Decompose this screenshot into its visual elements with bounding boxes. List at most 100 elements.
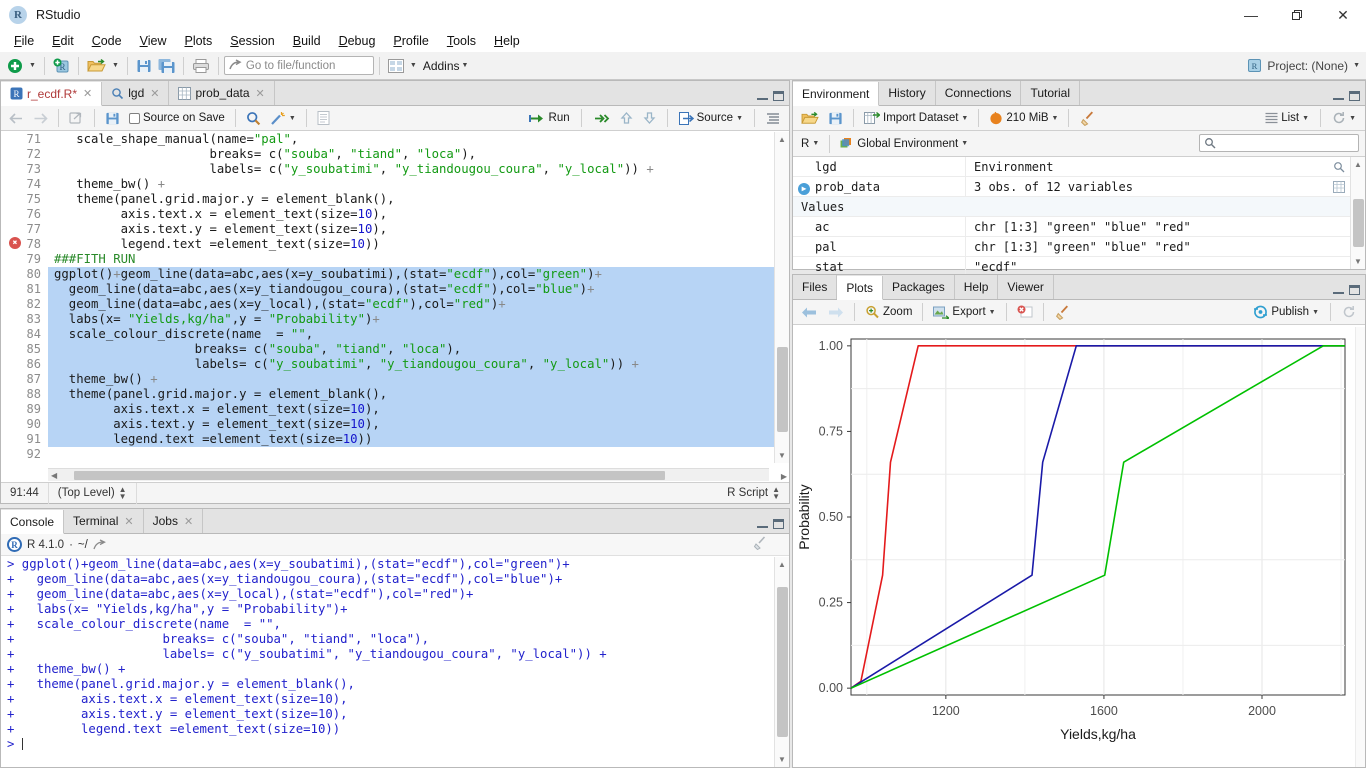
plots-minimize-icon[interactable]: [1333, 286, 1344, 294]
environment-object-list[interactable]: lgd Environment prob_data ▶ 3 obs. of 12 var…: [793, 156, 1350, 277]
environment-vertical-scrollbar[interactable]: ▲ ▼: [1350, 157, 1365, 269]
editor-scroll-right-arrow[interactable]: ▶: [781, 472, 787, 481]
source-minimize-icon[interactable]: [757, 92, 768, 100]
plot-previous-button[interactable]: [797, 305, 822, 320]
code-line-89[interactable]: 89 axis.text.x = element_text(size=10),: [1, 402, 789, 417]
menu-build[interactable]: Build: [284, 32, 330, 50]
save-all-button[interactable]: [155, 54, 178, 78]
code-editor[interactable]: 71 scale_shape_manual(name="pal", 72 brea…: [1, 132, 789, 463]
source-tab-lgd-close[interactable]: ✕: [150, 87, 159, 100]
code-line-93[interactable]: 93: [1, 462, 789, 463]
code-line-80[interactable]: 80 ggplot()+geom_line(data=abc,aes(x=y_so…: [1, 267, 789, 282]
source-back-button[interactable]: [5, 111, 28, 126]
console-vertical-scrollbar[interactable]: ▲ ▼: [774, 557, 789, 767]
console-output[interactable]: > ggplot()+geom_line(data=abc,aes(x=y_so…: [1, 557, 774, 767]
menu-view[interactable]: View: [131, 32, 176, 50]
editor-hscroll-thumb[interactable]: [74, 470, 666, 480]
source-prev-chunk-button[interactable]: [616, 110, 637, 126]
print-button[interactable]: [189, 54, 213, 78]
menu-help[interactable]: Help: [485, 32, 529, 50]
source-button[interactable]: Source ▼: [675, 111, 747, 126]
menu-tools[interactable]: Tools: [438, 32, 485, 50]
panes-dropdown[interactable]: ▼: [407, 54, 420, 78]
source-tab-r_ecdf-close[interactable]: ✕: [83, 87, 92, 100]
maximize-button[interactable]: [1274, 0, 1320, 30]
tab-packages[interactable]: Packages: [883, 275, 955, 299]
tab-tutorial[interactable]: Tutorial: [1021, 81, 1081, 105]
popout-icon[interactable]: [93, 538, 106, 551]
code-line-88[interactable]: 88 theme(panel.grid.major.y = element_bl…: [1, 387, 789, 402]
code-line-83[interactable]: 83 labs(x= "Yields,kg/ha",y = "Probabili…: [1, 312, 789, 327]
code-line-90[interactable]: 90 axis.text.y = element_text(size=10),: [1, 417, 789, 432]
code-line-87[interactable]: 87 theme_bw() +: [1, 372, 789, 387]
menu-plots[interactable]: Plots: [175, 32, 221, 50]
file-type-selector[interactable]: R Script ▲ ▼: [718, 483, 789, 504]
code-line-86[interactable]: 86 labels= c("y_soubatimi", "y_tiandougo…: [1, 357, 789, 372]
magnifier-icon[interactable]: [1328, 161, 1350, 173]
editor-scroll-thumb[interactable]: [777, 347, 788, 432]
code-line-72[interactable]: 72 breaks= c("souba", "tiand", "loca"),: [1, 147, 789, 162]
console-scroll-down-arrow[interactable]: ▼: [778, 755, 786, 764]
env-load-workspace-button[interactable]: [797, 110, 823, 127]
open-file-button[interactable]: [84, 54, 109, 78]
env-row[interactable]: pal chr [1:3] "green" "blue" "red": [793, 236, 1350, 257]
tab-history[interactable]: History: [879, 81, 936, 105]
env-row[interactable]: lgd Environment: [793, 156, 1350, 177]
menu-file[interactable]: File: [5, 32, 43, 50]
tab-terminal-close[interactable]: ✕: [124, 515, 133, 528]
source-tab-prob_data[interactable]: prob_data ✕: [169, 81, 275, 105]
tab-files[interactable]: Files: [793, 275, 838, 299]
code-line-75[interactable]: 75 theme(panel.grid.major.y = element_bl…: [1, 192, 789, 207]
source-next-chunk-button[interactable]: [639, 110, 660, 126]
code-line-81[interactable]: 81 geom_line(data=abc,aes(x=y_tiandougou…: [1, 282, 789, 297]
close-button[interactable]: ✕: [1320, 0, 1366, 30]
editor-scroll-down-arrow[interactable]: ▼: [778, 451, 786, 460]
code-line-71[interactable]: 71 scale_shape_manual(name="pal",: [1, 132, 789, 147]
open-file-dropdown[interactable]: ▼: [109, 54, 122, 78]
import-dataset-button[interactable]: Import Dataset ▼: [860, 110, 972, 126]
plot-remove-button[interactable]: [1013, 304, 1037, 320]
plots-maximize-icon[interactable]: [1349, 285, 1360, 295]
tab-environment[interactable]: Environment: [793, 82, 880, 106]
goto-file-function-input[interactable]: Go to file/function: [223, 56, 374, 75]
source-compile-report-button[interactable]: [313, 110, 334, 126]
save-button[interactable]: [133, 54, 155, 78]
code-line-78[interactable]: 78 legend.text =element_text(size=10)): [1, 237, 789, 252]
plots-vertical-scrollbar[interactable]: [1355, 327, 1365, 767]
source-outline-button[interactable]: [762, 111, 784, 126]
plot-zoom-button[interactable]: Zoom: [861, 304, 916, 320]
environment-minimize-icon[interactable]: [1333, 92, 1344, 100]
menu-session[interactable]: Session: [221, 32, 283, 50]
env-row[interactable]: ac chr [1:3] "green" "blue" "red": [793, 216, 1350, 237]
code-line-76[interactable]: 76 axis.text.x = element_text(size=10),: [1, 207, 789, 222]
new-file-dropdown[interactable]: ▼: [26, 54, 39, 78]
env-refresh-button[interactable]: ▼: [1328, 110, 1360, 126]
editor-vertical-scrollbar[interactable]: ▲ ▼: [774, 132, 789, 463]
menu-profile[interactable]: Profile: [384, 32, 437, 50]
editor-scroll-left-arrow[interactable]: ◀: [48, 471, 60, 480]
env-language-selector[interactable]: R ▼: [797, 137, 823, 151]
new-project-button[interactable]: R: [50, 54, 73, 78]
menu-code[interactable]: Code: [83, 32, 131, 50]
source-on-save-checkbox[interactable]: Source on Save: [125, 111, 229, 125]
console-scroll-up-arrow[interactable]: ▲: [778, 560, 786, 569]
tab-terminal[interactable]: Terminal ✕: [64, 509, 144, 533]
source-maximize-icon[interactable]: [773, 91, 784, 101]
workspace-panes-button[interactable]: [385, 54, 407, 78]
new-file-button[interactable]: [4, 54, 26, 78]
plot-next-button[interactable]: [823, 305, 848, 320]
plot-export-button[interactable]: Export ▼: [929, 304, 999, 320]
env-clear-button[interactable]: [1075, 110, 1099, 127]
project-selector[interactable]: R Project: (None) ▼: [1247, 58, 1360, 73]
env-search-input[interactable]: [1199, 134, 1359, 152]
rerun-button[interactable]: [589, 111, 614, 126]
env-scroll-thumb[interactable]: [1353, 199, 1364, 247]
code-line-77[interactable]: 77 axis.text.y = element_text(size=10),: [1, 222, 789, 237]
tab-connections[interactable]: Connections: [936, 81, 1022, 105]
source-tab-r_ecdf[interactable]: R r_ecdf.R* ✕: [1, 82, 103, 106]
code-line-79[interactable]: 79 ###FITH RUN: [1, 252, 789, 267]
plot-output-area[interactable]: 0.00 0.25 0.50 0.75 1.00 1200 1600 2000 Yields,k…: [793, 327, 1355, 767]
env-view-mode-button[interactable]: List ▼: [1261, 111, 1313, 125]
env-scroll-down-arrow[interactable]: ▼: [1354, 257, 1362, 266]
tab-help[interactable]: Help: [955, 275, 999, 299]
